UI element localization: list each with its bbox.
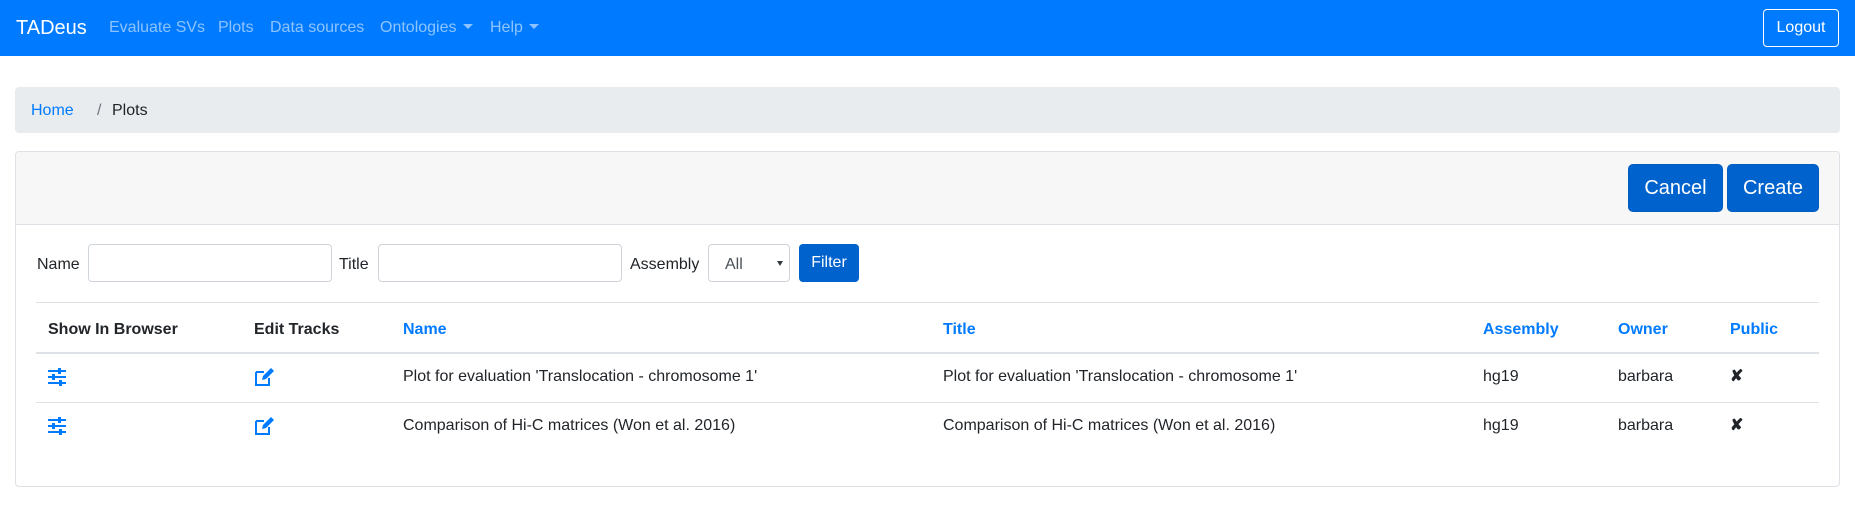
header-edit-tracks: Edit Tracks <box>254 321 340 338</box>
edit-icon[interactable] <box>254 367 274 387</box>
cancel-button[interactable]: Cancel <box>1628 164 1723 212</box>
name-filter-input[interactable] <box>88 244 332 282</box>
row-divider <box>36 402 1819 403</box>
breadcrumb-current: Plots <box>112 102 148 119</box>
logout-button[interactable]: Logout <box>1763 9 1839 47</box>
breadcrumb-home-link[interactable]: Home <box>31 101 74 121</box>
row-2-assembly: hg19 <box>1483 417 1519 434</box>
select-arrow-icon <box>777 261 783 266</box>
row-1-name: Plot for evaluation 'Translocation - chr… <box>403 368 758 385</box>
row-2-name: Comparison of Hi-C matrices (Won et al. … <box>403 417 736 434</box>
assembly-filter-label: Assembly <box>630 256 700 273</box>
brand-logo[interactable]: TADeus <box>16 15 87 41</box>
header-public-sort[interactable]: Public <box>1730 320 1778 340</box>
name-filter-label: Name <box>37 256 80 273</box>
breadcrumb-separator: / <box>97 102 102 119</box>
nav-ontologies-label: Ontologies <box>380 19 457 36</box>
row-2-title: Comparison of Hi-C matrices (Won et al. … <box>943 417 1276 434</box>
row-2-public-x-icon: ✘ <box>1730 417 1744 434</box>
edit-icon[interactable] <box>254 416 274 436</box>
card-header: Cancel Create <box>16 152 1839 225</box>
plots-card: Cancel Create Name Title Assembly All Fi… <box>15 151 1840 487</box>
table-top-border <box>36 302 1819 303</box>
breadcrumb: Home / Plots <box>15 87 1840 133</box>
nav-plots[interactable]: Plots <box>218 18 254 38</box>
caret-down-icon <box>462 24 473 29</box>
header-title-sort[interactable]: Title <box>943 320 976 340</box>
title-filter-input[interactable] <box>378 244 622 282</box>
caret-down-icon <box>528 24 539 29</box>
header-name-sort[interactable]: Name <box>403 320 447 340</box>
row-1-assembly: hg19 <box>1483 368 1519 385</box>
create-button[interactable]: Create <box>1727 164 1819 212</box>
nav-help-dropdown[interactable]: Help <box>490 18 539 38</box>
top-navbar: TADeus Evaluate SVs Plots Data sources O… <box>0 0 1855 56</box>
row-1-title: Plot for evaluation 'Translocation - chr… <box>943 368 1298 385</box>
title-filter-label: Title <box>339 256 369 273</box>
nav-data-sources[interactable]: Data sources <box>270 18 364 38</box>
header-assembly-sort[interactable]: Assembly <box>1483 320 1559 340</box>
row-1-owner: barbara <box>1618 368 1674 385</box>
sliders-icon[interactable] <box>47 367 67 387</box>
nav-help-label: Help <box>490 19 523 36</box>
table-header-border <box>36 352 1819 354</box>
row-2-owner: barbara <box>1618 417 1674 434</box>
nav-ontologies-dropdown[interactable]: Ontologies <box>380 18 473 38</box>
filter-button[interactable]: Filter <box>799 244 859 282</box>
header-owner-sort[interactable]: Owner <box>1618 320 1668 340</box>
assembly-select[interactable]: All <box>708 244 790 282</box>
sliders-icon[interactable] <box>47 416 67 436</box>
nav-evaluate-svs[interactable]: Evaluate SVs <box>109 18 205 38</box>
header-show-in-browser: Show In Browser <box>48 321 178 338</box>
row-1-public-x-icon: ✘ <box>1730 368 1744 385</box>
assembly-select-value: All <box>725 256 743 273</box>
